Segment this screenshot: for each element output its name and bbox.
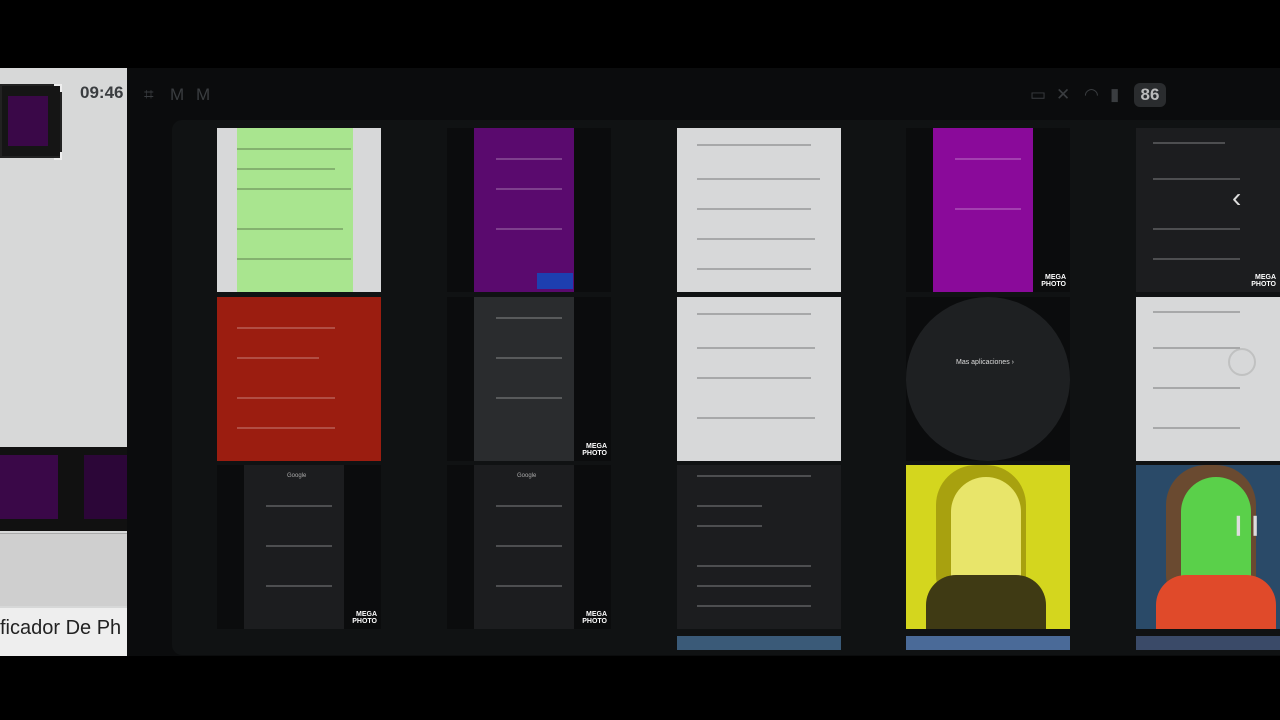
photo-thumbnail[interactable] [1136, 636, 1280, 650]
photo-thumbnail[interactable] [1136, 297, 1280, 461]
strip-thumbnail[interactable] [84, 455, 127, 519]
home-circle-icon[interactable] [1228, 348, 1256, 376]
pause-icon[interactable]: ❙❙ [1230, 512, 1264, 537]
photo-thumbnail[interactable]: MEGA PHOTO [447, 297, 611, 461]
panel-footer [0, 533, 127, 606]
mega-photo-watermark: MEGA PHOTO [1041, 274, 1066, 288]
photo-thumbnail[interactable] [677, 128, 841, 292]
photo-thumbnail[interactable] [677, 465, 841, 629]
crop-corner-icon [54, 84, 62, 92]
photo-thumbnail[interactable]: MEGA PHOTO [1136, 128, 1280, 292]
mega-photo-watermark: MEGA PHOTO [352, 611, 377, 625]
wifi-icon: ◠ [1084, 85, 1099, 104]
photo-thumbnail[interactable] [677, 636, 841, 650]
screenshot-icon: ⌗ [144, 85, 154, 104]
mega-photo-watermark: MEGA PHOTO [582, 443, 607, 457]
photo-thumbnail[interactable]: Mas aplicaciones › [906, 297, 1070, 461]
strip-thumbnail[interactable] [0, 455, 58, 519]
photo-thumbnail[interactable] [906, 636, 1070, 650]
photo-thumbnail[interactable] [217, 297, 381, 461]
photo-thumbnail[interactable] [447, 128, 611, 292]
mega-photo-watermark: MEGA PHOTO [582, 611, 607, 625]
previous-app-preview[interactable]: ficador De Ph [0, 68, 127, 656]
mega-photo-watermark: MEGA PHOTO [1251, 274, 1276, 288]
photo-thumbnail[interactable]: Google MEGA PHOTO [447, 465, 611, 629]
signal-icon: ▮ [1110, 85, 1120, 104]
more-apps-label: Mas aplicaciones › [956, 359, 1014, 366]
gmail-icon: M [170, 85, 185, 104]
gmail-icon: M [196, 85, 211, 104]
status-bar: 09:46 ⌗ M M ▭ ✕ ◠ ▮ [80, 83, 1280, 107]
thumbnail-preview[interactable] [0, 84, 62, 158]
chevron-left-icon[interactable]: ‹ [1232, 182, 1241, 214]
photo-thumbnail[interactable] [1136, 465, 1280, 629]
photo-thumbnail[interactable] [906, 465, 1070, 629]
app-caption: ficador De Ph [0, 608, 127, 656]
battery-indicator: 86 [1134, 83, 1166, 107]
crop-corner-icon [54, 152, 62, 160]
photo-thumbnail[interactable] [217, 128, 381, 292]
cast-icon: ▭ [1030, 85, 1047, 104]
clock: 09:46 [80, 83, 124, 102]
photo-thumbnail[interactable] [677, 297, 841, 461]
photo-thumbnail[interactable]: MEGA PHOTO [906, 128, 1070, 292]
thumbnail-strip [0, 447, 127, 531]
photo-thumbnail[interactable]: Google MEGA PHOTO [217, 465, 381, 629]
mute-icon: ✕ [1056, 85, 1071, 104]
